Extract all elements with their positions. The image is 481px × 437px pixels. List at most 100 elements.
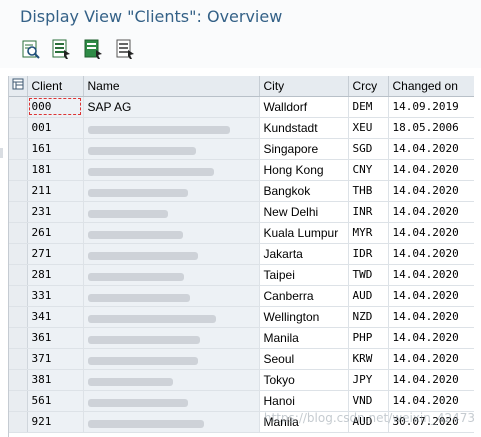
cell-client[interactable]: 211 — [27, 180, 84, 202]
cell-changed-on[interactable]: 14.09.2019 — [388, 96, 474, 118]
select-all-button[interactable] — [50, 38, 72, 60]
cell-changed-on[interactable]: 14.04.2020 — [388, 159, 474, 181]
cell-crcy[interactable]: THB — [348, 180, 389, 202]
row-selector[interactable] — [9, 306, 28, 328]
table-row[interactable]: 281 Taipei TWD 14.04.2020 — [9, 264, 474, 286]
cell-client[interactable]: 231 — [27, 201, 84, 223]
table-row[interactable]: 161 Singapore SGD 14.04.2020 — [9, 138, 474, 160]
row-selector[interactable] — [9, 222, 28, 244]
cell-name[interactable] — [83, 390, 260, 412]
cell-client[interactable]: 361 — [27, 327, 84, 349]
column-header-client[interactable]: Client — [27, 76, 84, 97]
cell-client[interactable]: 271 — [27, 243, 84, 265]
cell-crcy[interactable]: SGD — [348, 138, 389, 160]
cell-city[interactable]: Hong Kong — [259, 159, 349, 181]
cell-crcy[interactable]: NZD — [348, 306, 389, 328]
cell-client[interactable]: 341 — [27, 306, 84, 328]
cell-changed-on[interactable]: 14.04.2020 — [388, 285, 474, 307]
table-row[interactable]: 000 SAP AG Walldorf DEM 14.09.2019 — [9, 96, 474, 118]
table-row[interactable]: 361 Manila PHP 14.04.2020 — [9, 327, 474, 349]
cell-changed-on[interactable]: 14.04.2020 — [388, 138, 474, 160]
find-button[interactable] — [20, 38, 42, 60]
table-row[interactable]: 921 Manila AUD 30.07.2020 — [9, 411, 474, 433]
cell-changed-on[interactable]: 30.07.2020 — [388, 411, 474, 433]
cell-name[interactable]: SAP AG — [83, 96, 260, 118]
cell-client[interactable]: 921 — [27, 411, 84, 433]
table-row[interactable]: 181 Hong Kong CNY 14.04.2020 — [9, 159, 474, 181]
cell-city[interactable]: Taipei — [259, 264, 349, 286]
row-selector[interactable] — [9, 117, 28, 139]
cell-changed-on[interactable]: 14.04.2020 — [388, 369, 474, 391]
table-row[interactable]: 331 Canberra AUD 14.04.2020 — [9, 285, 474, 307]
row-selector[interactable] — [9, 285, 28, 307]
cell-city[interactable]: Walldorf — [259, 96, 349, 118]
cell-changed-on[interactable]: 14.04.2020 — [388, 327, 474, 349]
cell-city[interactable]: New Delhi — [259, 201, 349, 223]
table-row[interactable]: 561 Hanoi VND 14.04.2020 — [9, 390, 474, 412]
cell-name[interactable] — [83, 222, 260, 244]
column-settings-button[interactable] — [9, 76, 28, 97]
cell-city[interactable]: Seoul — [259, 348, 349, 370]
table-row[interactable]: 341 Wellington NZD 14.04.2020 — [9, 306, 474, 328]
cell-changed-on[interactable]: 14.04.2020 — [388, 222, 474, 244]
row-selector[interactable] — [9, 369, 28, 391]
row-selector[interactable] — [9, 180, 28, 202]
cell-city[interactable]: Canberra — [259, 285, 349, 307]
cell-city[interactable]: Singapore — [259, 138, 349, 160]
row-selector[interactable] — [9, 390, 28, 412]
deselect-all-button[interactable] — [114, 38, 136, 60]
cell-city[interactable]: Manila — [259, 411, 349, 433]
column-header-city[interactable]: City — [259, 76, 349, 97]
cell-client[interactable]: 261 — [27, 222, 84, 244]
cell-client[interactable]: 281 — [27, 264, 84, 286]
table-row[interactable]: 381 Tokyo JPY 14.04.2020 — [9, 369, 474, 391]
cell-name[interactable] — [83, 264, 260, 286]
cell-client[interactable]: 381 — [27, 369, 84, 391]
table-row[interactable]: 211 Bangkok THB 14.04.2020 — [9, 180, 474, 202]
cell-crcy[interactable]: KRW — [348, 348, 389, 370]
table-row[interactable]: 231 New Delhi INR 14.04.2020 — [9, 201, 474, 223]
cell-city[interactable]: Tokyo — [259, 369, 349, 391]
cell-name[interactable] — [83, 327, 260, 349]
cell-client[interactable]: 000 — [27, 96, 84, 118]
column-header-changed-on[interactable]: Changed on — [388, 76, 474, 97]
column-header-name[interactable]: Name — [83, 76, 260, 97]
cell-crcy[interactable]: JPY — [348, 369, 389, 391]
cell-changed-on[interactable]: 14.04.2020 — [388, 390, 474, 412]
cell-city[interactable]: Bangkok — [259, 180, 349, 202]
column-header-crcy[interactable]: Crcy — [348, 76, 389, 97]
table-row[interactable]: 371 Seoul KRW 14.04.2020 — [9, 348, 474, 370]
cell-crcy[interactable]: CNY — [348, 159, 389, 181]
cell-crcy[interactable]: DEM — [348, 96, 389, 118]
cell-crcy[interactable]: AUD — [348, 285, 389, 307]
cell-changed-on[interactable]: 14.04.2020 — [388, 348, 474, 370]
cell-crcy[interactable]: INR — [348, 201, 389, 223]
cell-crcy[interactable]: XEU — [348, 117, 389, 139]
row-selector[interactable] — [9, 243, 28, 265]
cell-client[interactable]: 161 — [27, 138, 84, 160]
cell-crcy[interactable]: AUD — [348, 411, 389, 433]
cell-city[interactable]: Jakarta — [259, 243, 349, 265]
cell-changed-on[interactable]: 14.04.2020 — [388, 243, 474, 265]
cell-name[interactable] — [83, 285, 260, 307]
cell-client[interactable]: 331 — [27, 285, 84, 307]
row-selector[interactable] — [9, 411, 28, 433]
row-selector[interactable] — [9, 327, 28, 349]
cell-name[interactable] — [83, 369, 260, 391]
cell-name[interactable] — [83, 243, 260, 265]
cell-city[interactable]: Manila — [259, 327, 349, 349]
cell-name[interactable] — [83, 411, 260, 433]
cell-changed-on[interactable]: 14.04.2020 — [388, 201, 474, 223]
cell-changed-on[interactable]: 14.04.2020 — [388, 306, 474, 328]
row-selector[interactable] — [9, 264, 28, 286]
cell-crcy[interactable]: VND — [348, 390, 389, 412]
cell-crcy[interactable]: IDR — [348, 243, 389, 265]
cell-name[interactable] — [83, 306, 260, 328]
cell-client[interactable]: 181 — [27, 159, 84, 181]
cell-client[interactable]: 561 — [27, 390, 84, 412]
cell-name[interactable] — [83, 180, 260, 202]
cell-name[interactable] — [83, 117, 260, 139]
cell-city[interactable]: Kundstadt — [259, 117, 349, 139]
cell-changed-on[interactable]: 14.04.2020 — [388, 180, 474, 202]
table-row[interactable]: 001 Kundstadt XEU 18.05.2006 — [9, 117, 474, 139]
